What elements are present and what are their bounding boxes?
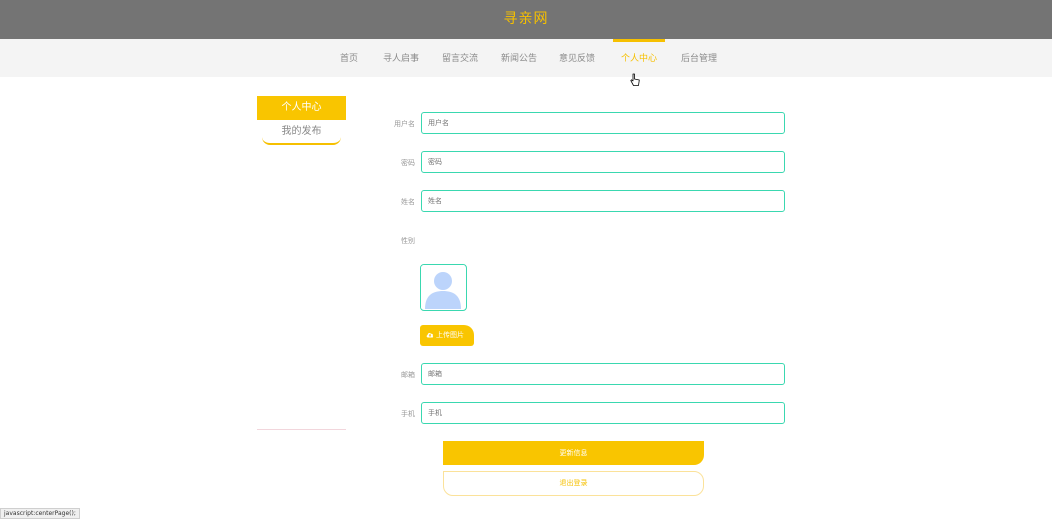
nav-item-message-board[interactable]: 留言交流 bbox=[439, 39, 481, 77]
site-title: 寻亲网 bbox=[503, 11, 549, 27]
email-label: 邮箱 bbox=[401, 371, 415, 379]
nav-item-home[interactable]: 首页 bbox=[336, 39, 362, 77]
username-label: 用户名 bbox=[394, 120, 415, 128]
main-nav: 首页 寻人启事 留言交流 新闻公告 意见反馈 个人中心 后台管理 bbox=[0, 39, 1052, 77]
phone-field[interactable] bbox=[421, 402, 785, 424]
nav-item-feedback[interactable]: 意见反馈 bbox=[556, 39, 598, 77]
name-label: 姓名 bbox=[401, 198, 415, 206]
logout-button[interactable]: 退出登录 bbox=[443, 471, 704, 496]
sidebar-item-my-posts[interactable]: 我的发布 bbox=[262, 120, 341, 145]
nav-item-news[interactable]: 新闻公告 bbox=[498, 39, 540, 77]
update-info-button[interactable]: 更新信息 bbox=[443, 441, 704, 465]
nav-item-personal-center[interactable]: 个人中心 bbox=[613, 39, 665, 77]
password-field[interactable] bbox=[421, 151, 785, 173]
email-field[interactable] bbox=[421, 363, 785, 385]
browser-status-bar: javascript:centerPage(); bbox=[0, 508, 80, 519]
upload-image-button[interactable]: 上传图片 bbox=[420, 325, 474, 346]
sidebar-title: 个人中心 bbox=[257, 96, 346, 120]
gender-label: 性别 bbox=[401, 237, 415, 245]
avatar-image[interactable] bbox=[420, 264, 467, 311]
phone-label: 手机 bbox=[401, 410, 415, 418]
upload-image-label: 上传图片 bbox=[436, 331, 464, 339]
top-header: 寻亲网 bbox=[0, 0, 1052, 39]
sidebar-divider bbox=[257, 429, 346, 430]
name-field[interactable] bbox=[421, 190, 785, 212]
hand-cursor-icon bbox=[630, 73, 640, 86]
sidebar: 个人中心 我的发布 bbox=[257, 96, 346, 145]
user-avatar-icon bbox=[421, 265, 465, 309]
cloud-upload-icon bbox=[426, 333, 434, 338]
username-field[interactable] bbox=[421, 112, 785, 134]
nav-item-admin[interactable]: 后台管理 bbox=[678, 39, 720, 77]
password-label: 密码 bbox=[401, 159, 415, 167]
nav-item-missing-notice[interactable]: 寻人启事 bbox=[380, 39, 422, 77]
